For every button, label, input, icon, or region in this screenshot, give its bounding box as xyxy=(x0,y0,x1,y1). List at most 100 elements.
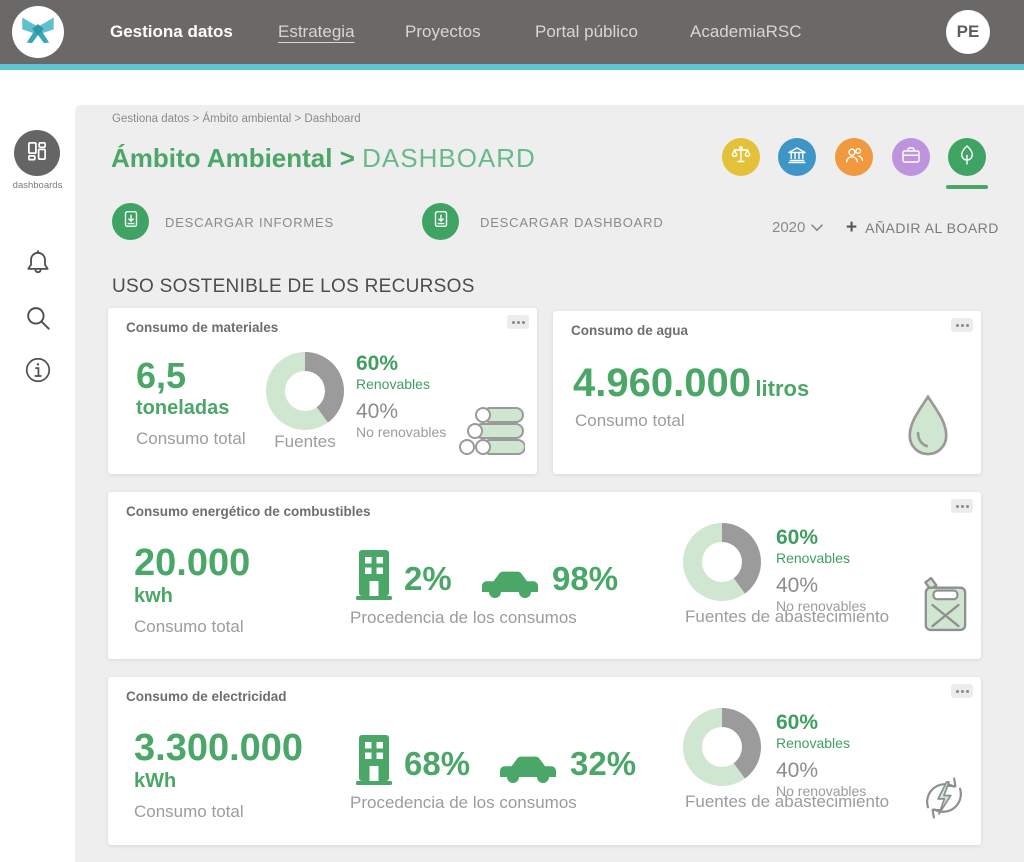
download-dashboard-label[interactable]: DESCARGAR DASHBOARD xyxy=(480,215,664,230)
scales-icon xyxy=(729,143,753,172)
materials-value: 6,5 xyxy=(136,358,246,394)
water-drop-icon xyxy=(903,393,953,466)
materials-unit: toneladas xyxy=(136,397,246,420)
materials-donut-chart xyxy=(266,352,344,430)
electricity-unit: kWh xyxy=(134,770,303,793)
legend-nonrenewables-value: 40% xyxy=(776,574,866,598)
fuel-value-caption: Consumo total xyxy=(134,617,250,637)
electricity-donut-legend: 60% Renovables 40% No renovables xyxy=(776,711,866,799)
year-value: 2020 xyxy=(772,219,805,236)
fuel-origin-caption: Procedencia de los consumos xyxy=(350,608,577,628)
legend-nonrenewables-value: 40% xyxy=(356,400,446,424)
plus-icon: + xyxy=(846,218,857,237)
main-content: Gestiona datos > Ámbito ambiental > Dash… xyxy=(75,105,1024,862)
card-menu-button[interactable] xyxy=(951,318,973,332)
left-sidebar: dashboards xyxy=(0,70,75,862)
download-document-icon xyxy=(120,208,142,235)
app-logo[interactable] xyxy=(12,6,64,58)
info-button[interactable] xyxy=(23,355,53,385)
fuel-value: 20.000 xyxy=(134,544,250,582)
user-avatar[interactable]: PE xyxy=(946,10,990,54)
legend-renewables-value: 60% xyxy=(776,526,866,550)
page-title-main: Ámbito Ambiental xyxy=(111,143,332,173)
fuel-car-value: 98% xyxy=(552,562,618,595)
fuel-building-value: 2% xyxy=(404,562,452,595)
search-button[interactable] xyxy=(23,303,53,333)
building-icon xyxy=(355,548,393,607)
card-consumo-agua: Consumo de agua 4.960.000 litros Consumo… xyxy=(553,311,981,474)
butterfly-logo-icon xyxy=(17,9,59,56)
active-ambit-indicator xyxy=(946,185,988,189)
ambit-button-social[interactable] xyxy=(835,138,873,176)
briefcase-icon xyxy=(899,143,923,172)
bell-icon xyxy=(23,265,53,282)
bank-icon xyxy=(785,143,809,172)
electricity-donut-chart xyxy=(683,708,761,786)
electricity-origin-caption: Procedencia de los consumos xyxy=(350,793,577,813)
nav-item-gestiona-datos[interactable]: Gestiona datos xyxy=(110,0,233,64)
card-menu-button[interactable] xyxy=(951,499,973,513)
card-title: Consumo de materiales xyxy=(126,320,278,335)
ambit-button-economic[interactable] xyxy=(778,138,816,176)
download-reports-button[interactable] xyxy=(112,203,149,240)
building-icon xyxy=(355,733,393,792)
card-title: Consumo de electricidad xyxy=(126,689,287,704)
water-value-caption: Consumo total xyxy=(575,411,685,431)
leaf-icon xyxy=(955,143,979,172)
materials-donut-caption: Fuentes xyxy=(266,432,344,452)
info-icon xyxy=(23,372,53,389)
page-title-sub: DASHBOARD xyxy=(362,143,536,173)
card-title: Consumo energético de combustibles xyxy=(126,504,371,519)
fuel-donut-chart xyxy=(683,523,761,601)
accent-bar xyxy=(0,64,1024,70)
card-title: Consumo de agua xyxy=(571,323,688,338)
section-title: USO SOSTENIBLE DE LOS RECURSOS xyxy=(112,276,475,298)
materials-value-caption: Consumo total xyxy=(136,429,246,449)
card-menu-button[interactable] xyxy=(507,315,529,329)
electricity-car-value: 32% xyxy=(570,747,636,780)
card-consumo-electricidad: Consumo de electricidad 3.300.000 kWh Co… xyxy=(108,677,981,845)
water-unit: litros xyxy=(755,376,809,401)
sidebar-item-dashboards[interactable] xyxy=(14,130,60,176)
year-dropdown[interactable]: 2020 xyxy=(772,219,823,236)
nav-item-proyectos[interactable]: Proyectos xyxy=(405,0,481,64)
legend-renewables-label: Renovables xyxy=(776,735,866,751)
card-consumo-materiales: Consumo de materiales 6,5 toneladas Cons… xyxy=(108,308,537,474)
car-icon xyxy=(496,749,560,790)
nav-item-estrategia[interactable]: Estrategia xyxy=(278,0,355,64)
renewable-energy-icon xyxy=(917,769,971,832)
fuel-donut-caption: Fuentes de abastecimiento xyxy=(685,607,889,627)
logs-icon xyxy=(453,406,525,463)
legend-nonrenewables-label: No renovables xyxy=(356,424,446,440)
nav-item-academiarsc[interactable]: AcademiaRSC xyxy=(690,0,802,64)
notifications-button[interactable] xyxy=(23,248,53,278)
materials-donut-legend: 60% Renovables 40% No renovables xyxy=(356,352,446,440)
ambit-button-governance[interactable] xyxy=(722,138,760,176)
legend-nonrenewables-value: 40% xyxy=(776,759,866,783)
dashboards-grid-icon xyxy=(24,138,50,169)
search-icon xyxy=(23,320,53,337)
nav-item-portal-publico[interactable]: Portal público xyxy=(535,0,638,64)
app-root: { "nav": { "items": [ {"label": "Gestion… xyxy=(0,0,1024,862)
legend-renewables-label: Renovables xyxy=(356,376,446,392)
legend-renewables-label: Renovables xyxy=(776,550,866,566)
download-reports-label[interactable]: DESCARGAR INFORMES xyxy=(165,215,334,230)
card-consumo-combustibles: Consumo energético de combustibles 20.00… xyxy=(108,492,981,659)
water-value: 4.960.000 xyxy=(573,361,751,405)
chevron-down-icon xyxy=(811,219,823,236)
add-to-board-label: AÑADIR AL BOARD xyxy=(865,220,999,236)
card-menu-button[interactable] xyxy=(951,684,973,698)
add-to-board-button[interactable]: + AÑADIR AL BOARD xyxy=(846,218,999,237)
ambit-button-environment[interactable] xyxy=(948,138,986,176)
electricity-value-caption: Consumo total xyxy=(134,802,303,822)
sidebar-dashboards-label: dashboards xyxy=(0,180,75,191)
ambit-button-labor[interactable] xyxy=(892,138,930,176)
top-nav: Gestiona datos Estrategia Proyectos Port… xyxy=(0,0,1024,64)
download-dashboard-button[interactable] xyxy=(422,203,459,240)
people-icon xyxy=(842,143,866,172)
legend-renewables-value: 60% xyxy=(356,352,446,376)
electricity-value: 3.300.000 xyxy=(134,729,303,767)
page-title: Ámbito Ambiental > DASHBOARD xyxy=(111,143,536,174)
breadcrumb[interactable]: Gestiona datos > Ámbito ambiental > Dash… xyxy=(112,113,361,125)
legend-renewables-value: 60% xyxy=(776,711,866,735)
